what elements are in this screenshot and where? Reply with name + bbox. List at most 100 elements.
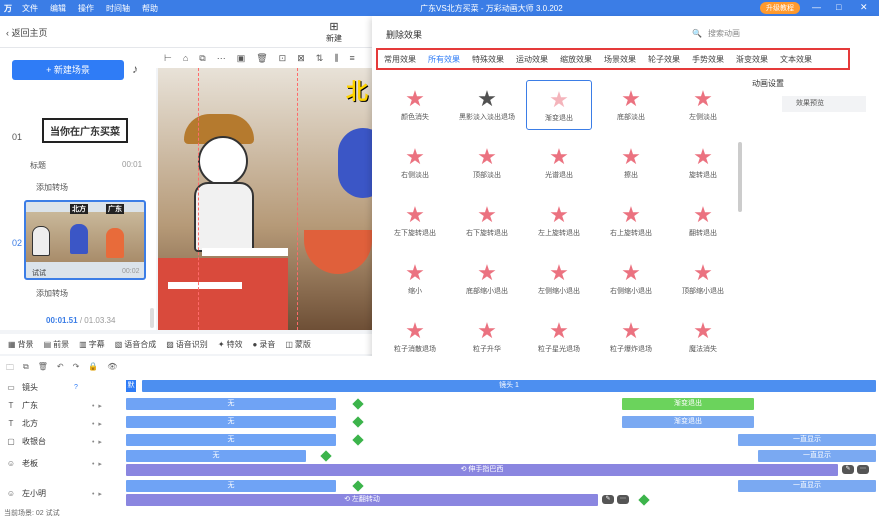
close-button[interactable]: ✕ <box>860 2 868 13</box>
stage-canvas[interactable]: 北 <box>158 68 372 330</box>
record-tool[interactable]: ● 录音 <box>253 339 276 350</box>
new-button[interactable]: ⊞ 新建 <box>326 20 342 44</box>
minimize-button[interactable]: — <box>812 2 821 12</box>
show-bar[interactable]: 一直显示 <box>758 450 876 462</box>
undo-icon[interactable]: ↶ <box>57 362 64 376</box>
show-bar[interactable]: 一直显示 <box>738 480 876 492</box>
layer-icon[interactable]: ≡ <box>349 53 354 63</box>
menu-timeline[interactable]: 时间轴 <box>106 3 130 14</box>
fit-icon[interactable]: ⊡ <box>279 53 287 64</box>
help-icon[interactable]: ? <box>74 384 78 391</box>
effect-item[interactable]: ★ 右上旋转退出 <box>598 196 664 246</box>
track-controls[interactable]: • ▸ <box>92 420 102 428</box>
effect-item[interactable]: ★ 左侧淡出 <box>670 80 736 130</box>
add-transition-link[interactable]: 添加转场 <box>36 288 68 299</box>
effect-item[interactable]: ★ 左上旋转退出 <box>526 196 592 246</box>
comment-icon[interactable]: ✎ <box>842 465 854 474</box>
delete-icon[interactable]: 🗑 <box>38 362 48 376</box>
lock-icon[interactable]: 🔒 <box>88 362 98 376</box>
copy-icon[interactable]: ⧉ <box>23 362 29 376</box>
more-icon[interactable]: ⋯ <box>857 465 869 474</box>
effect-item[interactable]: ★ 粒子爆炸退场 <box>598 312 664 360</box>
effect-item[interactable]: ★ 右下旋转退出 <box>454 196 520 246</box>
paste-icon[interactable]: ▣ <box>237 53 246 64</box>
effect-item[interactable]: ★ 渐变退出 <box>526 80 592 130</box>
effect-item[interactable]: ★ 黑影淡入淡出退场 <box>454 80 520 130</box>
effect-item[interactable]: ★ 底部淡出 <box>598 80 664 130</box>
effect-bar[interactable]: 无 <box>126 450 306 462</box>
distribute-icon[interactable]: ⫼ <box>334 53 338 64</box>
effect-item[interactable]: ★ 底部缩小退出 <box>454 254 520 304</box>
flip-icon[interactable]: ⇅ <box>316 53 324 64</box>
menu-help[interactable]: 帮助 <box>142 3 158 14</box>
background-tool[interactable]: ▦ 背景 <box>8 339 34 350</box>
scrollbar[interactable] <box>738 142 742 212</box>
tab-all[interactable]: 所有效果 <box>422 54 466 65</box>
effect-item[interactable]: ★ 缩小 <box>382 254 448 304</box>
tab-common[interactable]: 常用效果 <box>378 54 422 65</box>
mask-tool[interactable]: ◫ 蒙版 <box>285 339 311 350</box>
eye-icon[interactable]: 👁 <box>107 362 117 376</box>
effect-item[interactable]: ★ 翻转退出 <box>670 196 736 246</box>
effect-bar[interactable]: 无 <box>126 480 336 492</box>
align-icon[interactable]: ⊢ <box>164 53 172 64</box>
add-transition-link[interactable]: 添加转场 <box>36 182 68 193</box>
lens-bar[interactable]: 镜头 1 <box>142 380 876 392</box>
delete-icon[interactable]: 🗑 <box>256 53 267 64</box>
menu-file[interactable]: 文件 <box>22 3 38 14</box>
tts-tool[interactable]: ▧ 语音合成 <box>115 339 157 350</box>
add-scene-button[interactable]: + 新建场景 <box>12 60 124 80</box>
crop-icon[interactable]: ⊠ <box>297 53 305 64</box>
track-boss[interactable]: ☺ 老板 • ▸ <box>6 458 120 469</box>
effect-item[interactable]: ★ 粒子星光退场 <box>526 312 592 360</box>
effect-item[interactable]: ★ 顶部淡出 <box>454 138 520 188</box>
effects-tool[interactable]: ✦ 特效 <box>218 339 243 350</box>
effect-item[interactable]: ★ 粒子消散退场 <box>382 312 448 360</box>
scene-thumbnail-2[interactable]: 北方 广东 试试 00:02 <box>24 200 146 280</box>
foreground-tool[interactable]: ▤ 前景 <box>44 339 70 350</box>
tab-motion[interactable]: 运动效果 <box>510 54 554 65</box>
tab-gesture[interactable]: 手势效果 <box>686 54 730 65</box>
track-cashier[interactable]: ▢ 收银台 • ▸ <box>6 436 120 447</box>
effect-item[interactable]: ★ 光谱退出 <box>526 138 592 188</box>
track-controls[interactable]: • ▸ <box>92 490 102 498</box>
music-icon[interactable]: ♪ <box>132 62 138 76</box>
show-bar[interactable]: 一直显示 <box>738 434 876 446</box>
back-home-button[interactable]: ‹ 返回主页 <box>6 26 48 39</box>
effect-item[interactable]: ★ 旋转退出 <box>670 138 736 188</box>
tab-gradient[interactable]: 渐变效果 <box>730 54 774 65</box>
effect-item[interactable]: ★ 左侧缩小退出 <box>526 254 592 304</box>
effect-item[interactable]: ★ 擦出 <box>598 138 664 188</box>
track-controls[interactable]: • ▸ <box>92 460 102 468</box>
timeline-marker[interactable]: 默 <box>126 380 136 392</box>
tab-particle[interactable]: 轮子效果 <box>642 54 686 65</box>
action-bar[interactable]: ⟲ 伸手指巴西 <box>126 464 838 476</box>
effect-item[interactable]: ★ 顶部缩小退出 <box>670 254 736 304</box>
search-input[interactable]: 🔍 搜索动画 <box>688 24 864 42</box>
exit-effect-bar[interactable]: 渐变退出 <box>622 416 754 428</box>
exit-effect-bar[interactable]: 渐变退出 <box>622 398 754 410</box>
effect-item[interactable]: ★ 左下旋转退出 <box>382 196 448 246</box>
effect-preview-button[interactable]: 效果预览 <box>782 96 866 112</box>
track-controls[interactable]: • ▸ <box>92 438 102 446</box>
effect-item[interactable]: ★ 颜色消失 <box>382 80 448 130</box>
upgrade-button[interactable]: 升级教程 <box>760 2 800 14</box>
effect-bar[interactable]: 无 <box>126 398 336 410</box>
maximize-button[interactable]: □ <box>836 2 841 12</box>
effect-item[interactable]: ★ 魔法消失 <box>670 312 736 360</box>
speech-recognition-tool[interactable]: ▨ 语音识别 <box>166 339 208 350</box>
subtitle-tool[interactable]: ▥ 字幕 <box>79 339 105 350</box>
scrollbar[interactable] <box>150 308 154 328</box>
track-xiaoming[interactable]: ☺ 左小明 • ▸ <box>6 488 120 499</box>
track-north[interactable]: T 北方 • ▸ <box>6 418 120 429</box>
effect-bar[interactable]: 无 <box>126 416 336 428</box>
effect-item[interactable]: ★ 右侧缩小退出 <box>598 254 664 304</box>
more-icon[interactable]: ⋯ <box>617 495 629 504</box>
home-icon[interactable]: ⌂ <box>183 53 188 63</box>
track-lens[interactable]: ▭ 镜头? <box>6 382 120 393</box>
effect-item[interactable]: ★ 粒子升华 <box>454 312 520 360</box>
tab-text[interactable]: 文本效果 <box>774 54 818 65</box>
menu-operate[interactable]: 操作 <box>78 3 94 14</box>
tab-scene[interactable]: 场景效果 <box>598 54 642 65</box>
comment-icon[interactable]: ✎ <box>602 495 614 504</box>
